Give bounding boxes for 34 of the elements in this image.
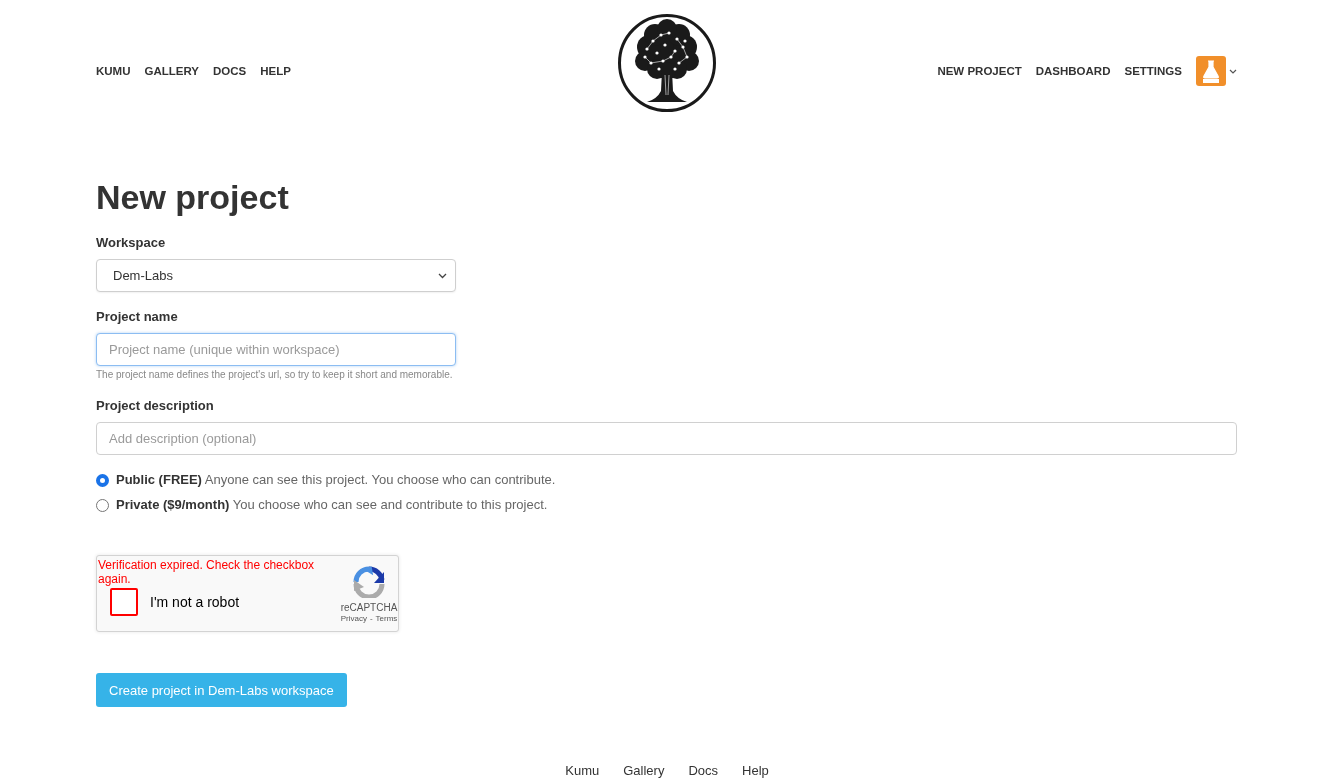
- workspace-select[interactable]: Dem-Labs: [96, 259, 456, 292]
- captcha-link[interactable]: Privacy: [340, 614, 367, 624]
- project-name-input[interactable]: Project name (unique within workspace): [96, 333, 456, 366]
- nav-link[interactable]: NEW PROJECT: [937, 63, 1022, 79]
- nav-link[interactable]: DOCS: [213, 63, 247, 79]
- description-input[interactable]: Add description (optional): [96, 422, 1237, 455]
- field-label: Workspace: [96, 234, 166, 252]
- captcha-link[interactable]: Terms: [375, 614, 398, 624]
- nav-link[interactable]: GALLERY: [144, 63, 200, 79]
- radio-button[interactable]: [96, 473, 109, 487]
- footer-link[interactable]: Kumu: [565, 763, 600, 779]
- hint-text: The project name defines the project's url, so try to keep it short and memorable.: [96, 369, 453, 381]
- chevron-down-icon: [438, 272, 447, 279]
- circular-arrows-icon: [353, 566, 385, 598]
- field-label: Project description: [96, 397, 214, 415]
- recaptcha-brand: reCAPTCHA: [340, 602, 398, 614]
- page-title: New project: [96, 177, 289, 217]
- radio-button[interactable]: [96, 498, 109, 512]
- footer-link[interactable]: Docs: [688, 763, 718, 779]
- radio-label[interactable]: Private ($9/month) You choose who can see and contribute to this project.: [116, 495, 548, 515]
- checkbox[interactable]: [110, 588, 138, 616]
- nav-link[interactable]: DASHBOARD: [1035, 63, 1111, 79]
- radio-label[interactable]: Public (FREE) Anyone can see this project. You choose who can contribute.: [116, 470, 556, 490]
- footer-link[interactable]: Help: [742, 763, 769, 779]
- checkbox-label: I'm not a robot: [150, 594, 240, 610]
- nav-link[interactable]: SETTINGS: [1124, 63, 1182, 79]
- error-message: Verification expired. Check the checkbox again.: [98, 558, 316, 586]
- chevron-down-icon[interactable]: [1229, 68, 1237, 74]
- nav-link[interactable]: KUMU: [96, 63, 131, 79]
- link-separator: -: [369, 614, 373, 624]
- nav-link[interactable]: HELP: [260, 63, 291, 79]
- field-label: Project name: [96, 308, 178, 326]
- footer-link[interactable]: Gallery: [623, 763, 665, 779]
- tree-logo[interactable]: [616, 13, 717, 113]
